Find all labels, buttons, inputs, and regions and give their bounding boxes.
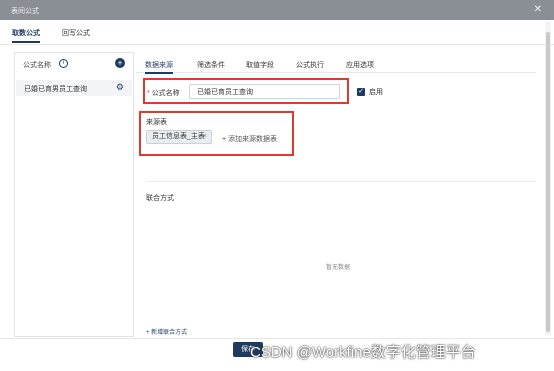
watermark: CSDN @Workfine数字化管理平台	[250, 344, 476, 361]
remove-chip-icon[interactable]: ×	[203, 131, 207, 143]
enable-checkbox[interactable]: ✓ 启用	[357, 87, 383, 97]
section-divider	[146, 181, 536, 182]
add-source-table-link[interactable]: + 添加来源数据表	[222, 134, 277, 144]
dialog-title: 表间公式	[11, 8, 39, 15]
scrollbar[interactable]	[545, 22, 551, 335]
add-formula-button[interactable]: +	[115, 58, 125, 68]
tab-data-source[interactable]: 数据来源	[145, 60, 173, 74]
gear-icon[interactable]: ⚙	[116, 82, 124, 93]
scrollbar-thumb[interactable]	[546, 32, 550, 332]
empty-state-text: 暂无数据	[326, 265, 351, 271]
formula-list-item-label: 已婚已育男员工查询	[24, 86, 87, 93]
sub-tabs: 数据来源 筛选条件 取值字段 公式执行 应用选项	[136, 52, 536, 74]
tab-formula-execution[interactable]: 公式执行	[296, 60, 324, 70]
formula-name-label: * 公式名称	[147, 90, 180, 97]
dialog-title-bar: 表间公式 ✕	[0, 0, 554, 20]
top-tabs: 取数公式 回写公式	[0, 20, 554, 45]
tab-fetch-formula[interactable]: 取数公式	[12, 28, 40, 43]
union-method-label: 联合方式	[146, 195, 174, 202]
formula-list-header: 公式名称	[23, 62, 51, 69]
formula-list-item[interactable]: 已婚已育男员工查询 ⚙	[16, 80, 132, 96]
source-table-chip[interactable]: 员工信息表_主表 ×	[146, 130, 212, 144]
tab-filter-conditions[interactable]: 筛选条件	[197, 60, 225, 70]
checkbox-checked-icon: ✓	[357, 88, 365, 97]
formula-list-panel: 公式名称 i + 已婚已育男员工查询 ⚙	[14, 52, 134, 337]
source-table-label: 来源表	[146, 119, 167, 126]
formula-name-input[interactable]: 已婚已育员工查询	[189, 84, 340, 99]
footer-divider	[0, 338, 554, 339]
info-icon[interactable]: i	[59, 59, 68, 68]
close-icon[interactable]: ✕	[534, 4, 542, 15]
tab-application-options[interactable]: 应用选项	[346, 60, 374, 70]
tab-writeback-formula[interactable]: 回写公式	[62, 28, 90, 38]
tab-value-fields[interactable]: 取值字段	[246, 60, 274, 70]
source-table-chip-label: 员工信息表_主表	[152, 133, 205, 140]
add-union-method-link[interactable]: + 新增联合方式	[146, 327, 187, 336]
